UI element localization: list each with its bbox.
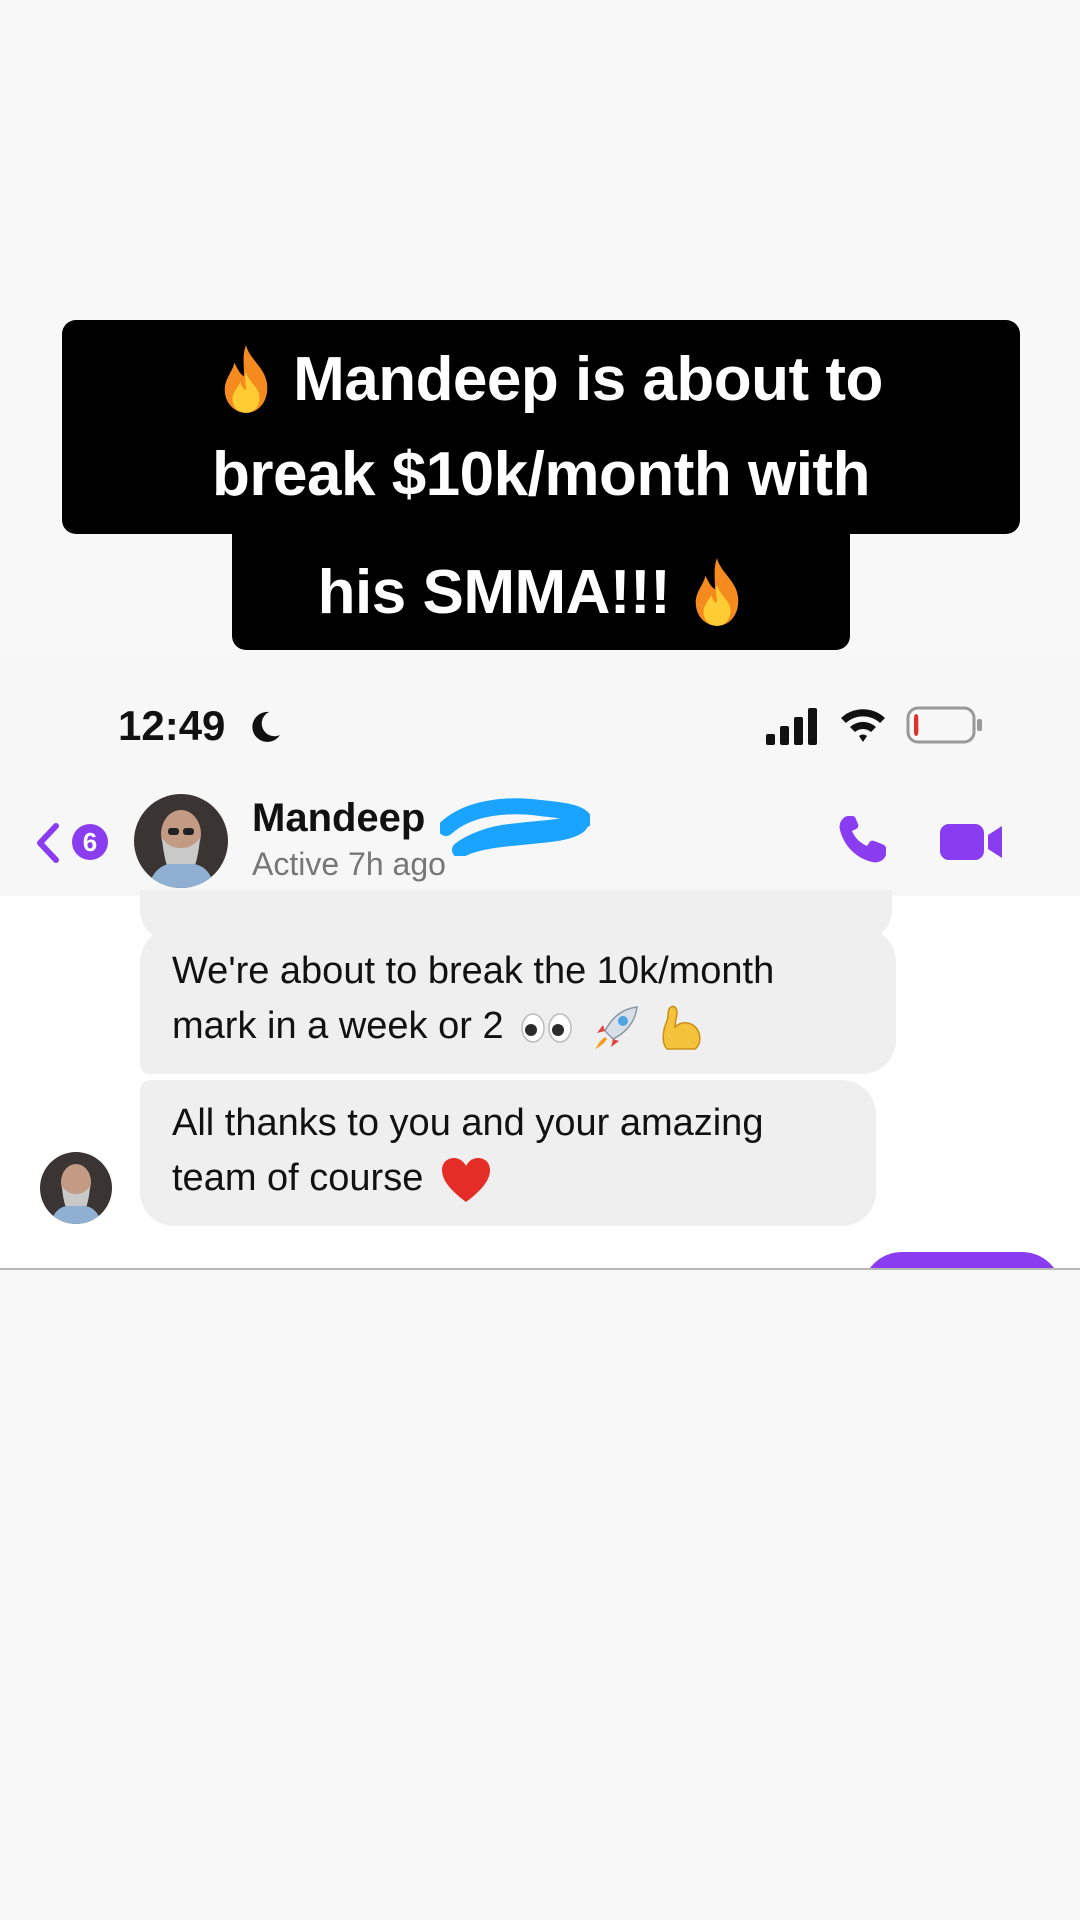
chat-screenshot: 12:49 6 Mandeep Active 7h ago We're abou… (0, 650, 1080, 1270)
caption-line-2: break $10k/month with (62, 414, 1020, 534)
signal-icon (766, 708, 817, 745)
contact-avatar[interactable] (134, 794, 228, 888)
screenshot-bottom-edge (0, 1268, 1080, 1270)
message-text: We're about to break the 10k/month (172, 950, 775, 992)
message-text: mark in a week or 2 (172, 999, 864, 1054)
message-bubble[interactable]: All thanks to you and your amazing team … (140, 1080, 876, 1226)
flexed-biceps-emoji-icon (662, 1005, 701, 1050)
contact-status: Active 7h ago (252, 846, 446, 882)
sender-avatar[interactable] (40, 1152, 112, 1224)
red-heart-emoji-icon (441, 1157, 490, 1202)
battery-icon (906, 706, 982, 744)
caption-line-3: his SMMA!!! (232, 534, 850, 650)
status-time: 12:49 (118, 702, 226, 749)
unread-count-badge[interactable]: 6 (72, 824, 108, 860)
wifi-icon (841, 709, 885, 742)
caption-text-1: Mandeep is about to (293, 344, 883, 414)
fire-emoji-icon (224, 345, 268, 413)
message-bubble[interactable]: We're about to break the 10k/month mark … (140, 928, 896, 1074)
message-text: team of course (172, 1151, 844, 1206)
message-text-line: team of course (172, 1157, 424, 1199)
caption-text-2: break $10k/month with (212, 439, 870, 509)
status-bar: 12:49 (0, 650, 1080, 778)
rocket-emoji-icon (594, 1006, 638, 1049)
message-text: All thanks to you and your amazing (172, 1102, 764, 1144)
caption-text-3: his SMMA!!! (317, 557, 671, 627)
phone-icon[interactable] (834, 812, 890, 868)
contact-name[interactable]: Mandeep (252, 796, 425, 841)
video-camera-icon[interactable] (938, 820, 1006, 864)
moon-icon (252, 711, 280, 742)
redaction-scribble (440, 798, 590, 856)
message-text-line: mark in a week or 2 (172, 1005, 504, 1047)
eyes-emoji-icon (521, 1013, 572, 1043)
fire-emoji-icon (696, 558, 739, 626)
